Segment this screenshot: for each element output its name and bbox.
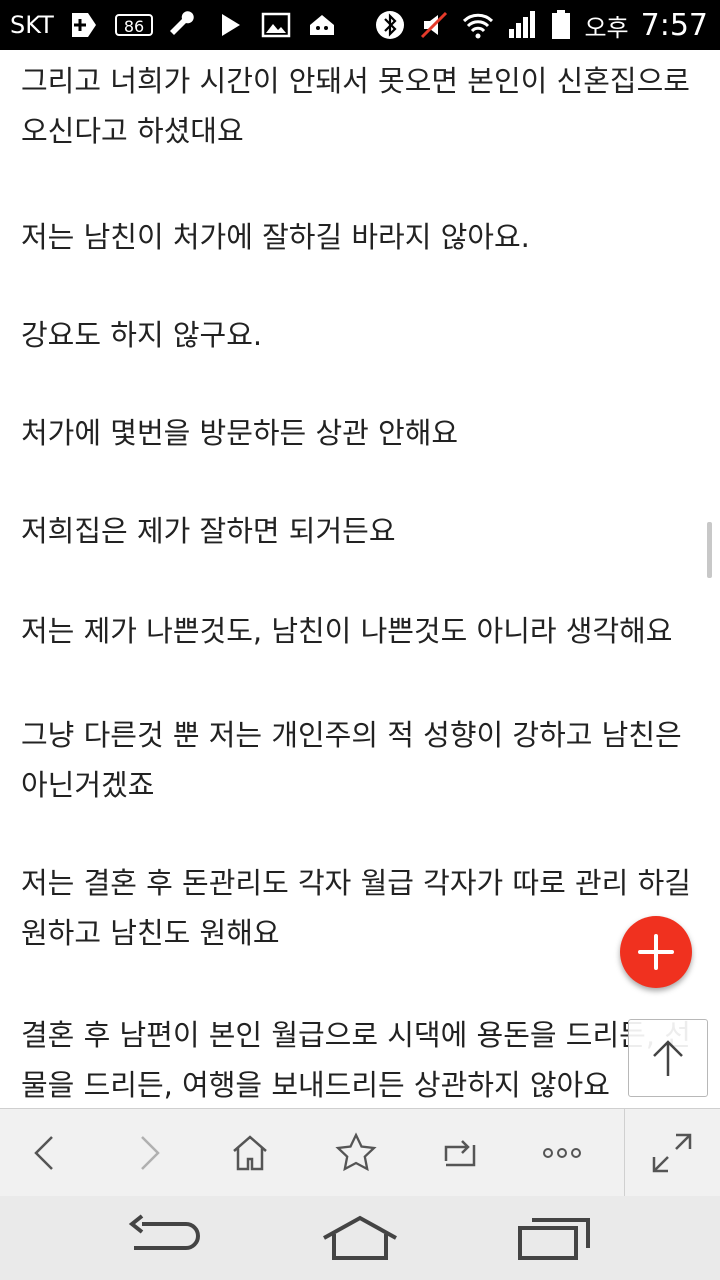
plus-icon: [638, 934, 674, 970]
signal-icon: [506, 9, 538, 41]
more-dots-icon: [543, 1148, 581, 1158]
back-arrow-icon: [128, 1214, 200, 1250]
image-icon: [260, 9, 292, 41]
paragraph: 처가에 몇번을 방문하든 상관 안해요: [21, 408, 701, 458]
text-line: 아닌거겠죠: [21, 768, 155, 802]
paragraph: 저는 결혼 후 돈관리도 각자 월급 각자가 따로 관리 하길 원하고 남친도 …: [21, 858, 701, 958]
share-icon: [444, 1140, 476, 1167]
paragraph: 저는 남친이 처가에 잘하길 바라지 않아요.: [21, 212, 701, 262]
ampm-label: 오후: [584, 13, 629, 42]
badge-count-icon: 86: [114, 9, 154, 41]
clock-time: 7:57: [640, 7, 708, 43]
badge-number: 86: [124, 17, 144, 36]
add-notification-icon: [68, 9, 100, 41]
text-line: 그리고 너희가 시간이 안돼서 못오면 본인이 신혼집으로: [21, 64, 690, 98]
article-content: 그리고 너희가 시간이 안돼서 못오면 본인이 신혼집으로 오신다고 하셨대요 …: [0, 50, 720, 1108]
add-floating-button[interactable]: [620, 916, 692, 988]
wifi-icon: [462, 9, 494, 41]
text-line: 저는 결혼 후 돈관리도 각자 월급 각자가 따로 관리 하길: [21, 866, 691, 900]
text-line: 강요도 하지 않구요.: [21, 318, 263, 352]
paragraph: 그리고 너희가 시간이 안돼서 못오면 본인이 신혼집으로 오신다고 하셨대요: [21, 56, 701, 156]
wrench-icon: [168, 9, 200, 41]
carrier-label: SKT: [10, 11, 54, 39]
home-icon: [233, 1135, 267, 1171]
paragraph: 강요도 하지 않구요.: [21, 310, 701, 360]
scroll-indicator[interactable]: [707, 522, 712, 578]
mute-icon: [418, 9, 450, 41]
text-line: 오신다고 하셨대요: [21, 114, 244, 148]
recent-apps-button[interactable]: [514, 1214, 594, 1262]
text-line: 결혼 후 남편이 본인 월급으로 시댁에 용돈을 드리든, 선: [21, 1018, 691, 1052]
system-navigation-bar: [0, 1196, 720, 1280]
system-back-button[interactable]: [124, 1214, 204, 1262]
text-line: 저는 제가 나쁜것도, 남친이 나쁜것도 아니라 생각해요: [21, 614, 673, 648]
expand-icon: [652, 1133, 692, 1173]
paragraph: 결혼 후 남편이 본인 월급으로 시댁에 용돈을 드리든, 선 물을 드리든, …: [21, 1010, 701, 1108]
fullscreen-button[interactable]: [648, 1129, 696, 1177]
home-app-icon: [306, 9, 338, 41]
forward-button[interactable]: [124, 1129, 172, 1177]
toolbar-divider: [624, 1109, 625, 1197]
status-bar: SKT 86 오후 7:57: [0, 0, 720, 50]
play-icon: [214, 9, 246, 41]
chevron-left-icon: [34, 1136, 53, 1170]
text-line: 저는 남친이 처가에 잘하길 바라지 않아요.: [21, 220, 530, 254]
back-button[interactable]: [22, 1129, 70, 1177]
text-line: 그냥 다른것 뿐 저는 개인주의 적 성향이 강하고 남친은: [21, 718, 682, 752]
star-icon: [335, 1132, 377, 1172]
chevron-right-icon: [141, 1136, 160, 1170]
system-home-button[interactable]: [320, 1214, 400, 1262]
arrow-up-icon: [653, 1040, 683, 1076]
text-line: 저희집은 제가 잘하면 되거든요: [21, 514, 396, 548]
battery-icon: [550, 9, 572, 41]
recent-apps-icon: [518, 1218, 590, 1260]
paragraph: 저는 제가 나쁜것도, 남친이 나쁜것도 아니라 생각해요: [21, 606, 701, 656]
share-button[interactable]: [436, 1129, 484, 1177]
text-line: 물을 드리든, 여행을 보내드리든 상관하지 않아요: [21, 1068, 610, 1102]
paragraph: 그냥 다른것 뿐 저는 개인주의 적 성향이 강하고 남친은 아닌거겠죠: [21, 710, 701, 810]
paragraph: 저희집은 제가 잘하면 되거든요: [21, 506, 701, 556]
text-line: 처가에 몇번을 방문하든 상관 안해요: [21, 416, 459, 450]
scroll-to-top-button[interactable]: [628, 1019, 708, 1097]
more-button[interactable]: [538, 1129, 586, 1177]
browser-toolbar: [0, 1108, 720, 1197]
bookmark-button[interactable]: [332, 1129, 380, 1177]
bluetooth-icon: [374, 9, 406, 41]
home-outline-icon: [323, 1215, 397, 1260]
text-line: 원하고 남친도 원해요: [21, 916, 280, 950]
home-button[interactable]: [226, 1129, 274, 1177]
